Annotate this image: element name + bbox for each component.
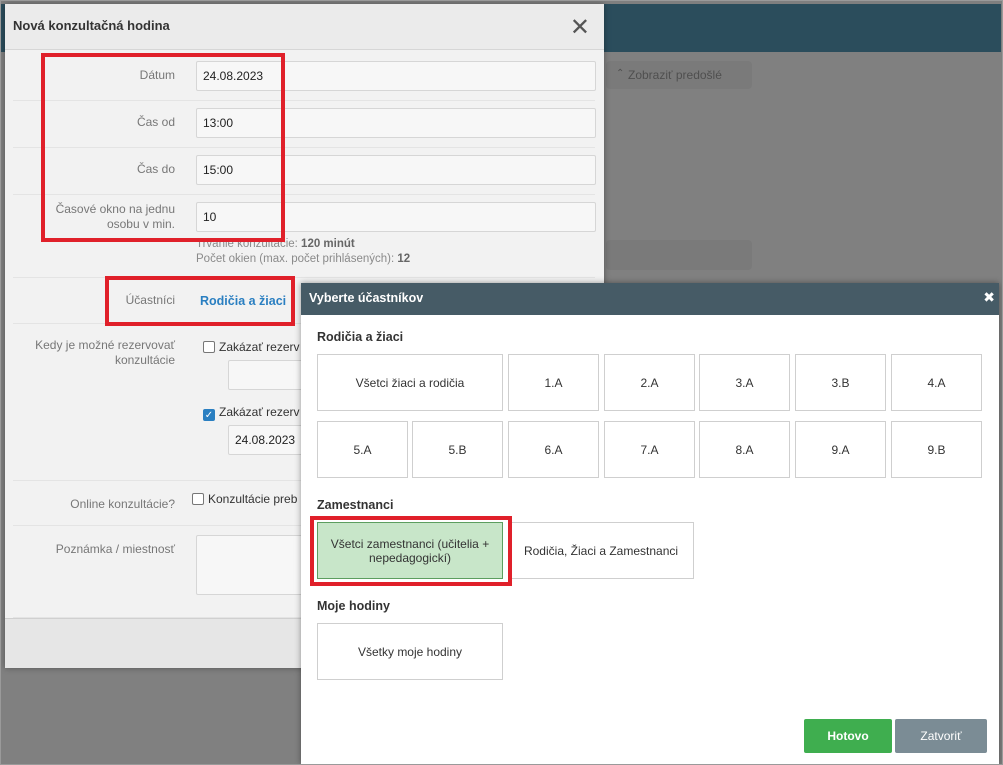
online-label: Online konzultácie? <box>70 497 175 511</box>
note-textarea[interactable] <box>196 535 306 595</box>
checkbox-icon <box>192 493 204 505</box>
slot-label: Časové okno na jednu osobu v min. <box>55 202 175 231</box>
modal-title: Nová konzultačná hodina <box>13 18 170 33</box>
tile-all-staff[interactable]: Všetci zamestnanci (učitelia + nepedagog… <box>317 522 503 579</box>
date-row: Dátum <box>13 54 596 101</box>
slots-hint: Počet okien (max. počet prihlásených): 1… <box>196 253 411 265</box>
disable-to-checkbox[interactable]: ✓ Zakázať rezerv <box>203 405 300 421</box>
duration-hint: Trvanie konzultácie: 120 minút <box>196 238 355 250</box>
time-from-input[interactable] <box>196 108 596 138</box>
time-to-label: Čas do <box>136 162 175 176</box>
note-label: Poznámka / miestnosť <box>55 542 175 556</box>
section-parents-students: Rodičia a žiaci <box>317 330 404 344</box>
close-icon[interactable]: ✖ <box>983 289 995 306</box>
slot-row: Časové okno na jednu osobu v min. Trvani… <box>13 195 596 278</box>
tile-class-3a[interactable]: 3.A <box>699 354 790 411</box>
tile-parents-students-staff[interactable]: Rodičia, Žiaci a Zamestnanci <box>508 522 694 579</box>
tile-class-9a[interactable]: 9.A <box>795 421 886 478</box>
tile-class-7a[interactable]: 7.A <box>604 421 695 478</box>
tile-class-3b[interactable]: 3.B <box>795 354 886 411</box>
tile-class-1a[interactable]: 1.A <box>508 354 599 411</box>
slot-input[interactable] <box>196 202 596 232</box>
booking-label: Kedy je možné rezervovať konzultácie <box>35 338 175 367</box>
screen: ⌃ Zobraziť predošlé Nová konzultačná hod… <box>0 0 1003 765</box>
time-to-row: Čas do <box>13 148 596 195</box>
participants-link[interactable]: Rodičia a žiaci <box>200 294 286 308</box>
section-my-hours: Moje hodiny <box>317 599 390 613</box>
tile-class-2a[interactable]: 2.A <box>604 354 695 411</box>
disable-from-checkbox[interactable]: Zakázať rezerv <box>203 340 300 354</box>
participants-label: Účastníci <box>125 293 175 307</box>
online-checkbox[interactable]: Konzultácie preb <box>192 492 297 506</box>
disable-from-date-input[interactable] <box>228 360 308 390</box>
close-icon[interactable]: ✕ <box>570 13 590 42</box>
background-bar <box>606 240 752 270</box>
participants-dialog: Vyberte účastníkov ✖ Rodičia a žiaci Vše… <box>301 283 999 764</box>
time-from-label: Čas od <box>136 115 175 129</box>
tile-class-5a[interactable]: 5.A <box>317 421 408 478</box>
close-button[interactable]: Zatvoriť <box>895 719 987 753</box>
tile-class-9b[interactable]: 9.B <box>891 421 982 478</box>
tile-class-4a[interactable]: 4.A <box>891 354 982 411</box>
section-staff: Zamestnanci <box>317 498 394 512</box>
tile-class-6a[interactable]: 6.A <box>508 421 599 478</box>
tile-all-students-parents[interactable]: Všetci žiaci a rodičia <box>317 354 503 411</box>
time-to-input[interactable] <box>196 155 596 185</box>
modal-header: Nová konzultačná hodina ✕ <box>5 4 604 50</box>
time-from-row: Čas od <box>13 101 596 148</box>
date-label: Dátum <box>139 68 175 82</box>
tile-class-8a[interactable]: 8.A <box>699 421 790 478</box>
disable-to-date-input[interactable]: 24.08.2023 <box>228 425 308 455</box>
tile-all-my-hours[interactable]: Všetky moje hodiny <box>317 623 503 680</box>
chevron-up-icon: ⌃ <box>616 68 625 79</box>
tile-class-5b[interactable]: 5.B <box>412 421 503 478</box>
date-input[interactable] <box>196 61 596 91</box>
dialog-header: Vyberte účastníkov ✖ <box>301 283 999 315</box>
show-previous-button[interactable]: ⌃ Zobraziť predošlé <box>606 61 752 89</box>
checkmark-icon: ✓ <box>203 409 215 421</box>
dialog-title: Vyberte účastníkov <box>309 291 424 305</box>
done-button[interactable]: Hotovo <box>804 719 892 753</box>
checkbox-icon <box>203 341 215 353</box>
